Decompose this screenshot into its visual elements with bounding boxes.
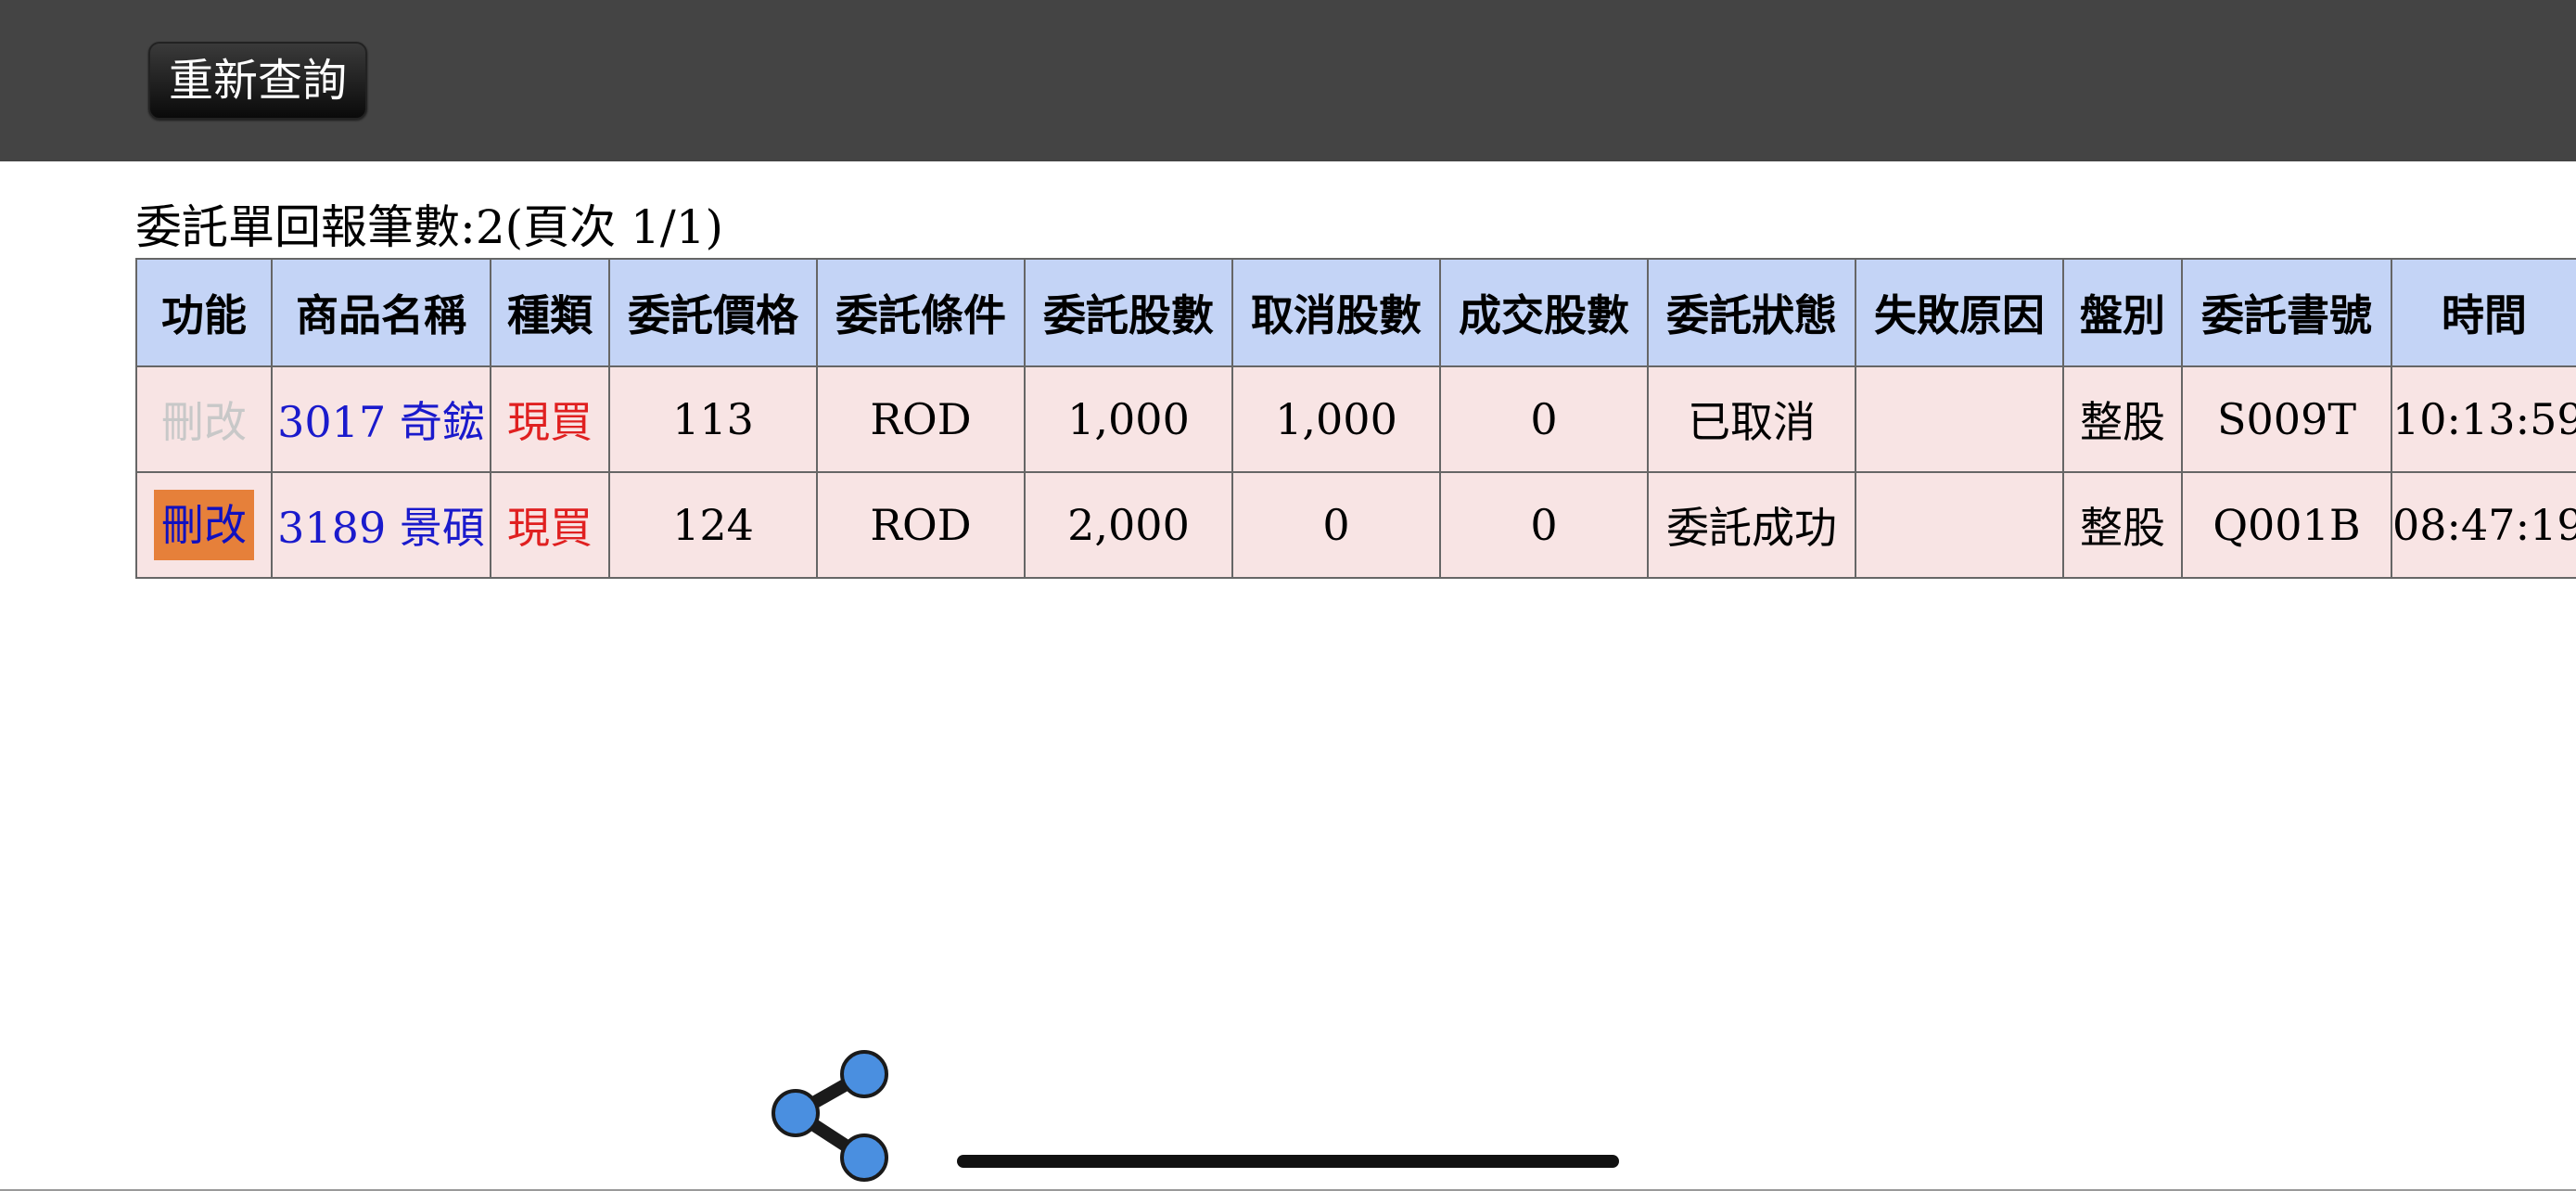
filled-cell: 0 [1439, 365, 1649, 473]
time-cell: 08:47:19 [2391, 471, 2576, 579]
modify-cancel-button-disabled: 刪改 [161, 397, 247, 447]
price-cell: 113 [608, 365, 818, 473]
action-cell: 刪改 [135, 365, 273, 473]
col-header-filled: 成交股數 [1439, 258, 1649, 367]
cancelled-cell: 1,000 [1231, 365, 1441, 473]
col-header-fail-reason: 失敗原因 [1855, 258, 2064, 367]
product-cell: 3017 奇鋐 [271, 365, 491, 473]
order-count-summary: 委託單回報筆數:2(頁次 1/1) [135, 200, 724, 254]
share-icon[interactable] [760, 1046, 890, 1185]
col-header-cancelled: 取消股數 [1231, 258, 1441, 367]
product-cell: 3189 景碩 [271, 471, 491, 579]
status-cell: 委託成功 [1647, 471, 1856, 579]
trade-type: 現買 [507, 397, 593, 447]
session-cell: 整股 [2062, 471, 2183, 579]
col-header-type: 種類 [490, 258, 610, 367]
col-header-session: 盤別 [2062, 258, 2183, 367]
order-no-cell: Q001B [2181, 471, 2392, 579]
col-header-status: 委託狀態 [1647, 258, 1856, 367]
table-row: 刪改 3189 景碩 現買 124 ROD 2,000 0 0 委託成功 整股 … [135, 471, 2576, 579]
filled-cell: 0 [1439, 471, 1649, 579]
col-header-quantity: 委託股數 [1024, 258, 1233, 367]
col-header-action: 功能 [135, 258, 273, 367]
quantity-cell: 1,000 [1024, 365, 1233, 473]
order-no-cell: S009T [2181, 365, 2392, 473]
trade-type: 現買 [507, 503, 593, 553]
col-header-price: 委託價格 [608, 258, 818, 367]
col-header-order-no: 委託書號 [2181, 258, 2392, 367]
type-cell: 現買 [490, 365, 610, 473]
fail-reason-cell [1855, 365, 2064, 473]
condition-cell: ROD [816, 471, 1026, 579]
modify-cancel-button[interactable]: 刪改 [154, 490, 254, 560]
col-header-condition: 委託條件 [816, 258, 1026, 367]
order-report-table: 功能 商品名稱 種類 委託價格 委託條件 委託股數 取消股數 成交股數 委託狀態… [135, 258, 2576, 579]
status-cell: 已取消 [1647, 365, 1856, 473]
price-cell: 124 [608, 471, 818, 579]
action-cell: 刪改 [135, 471, 273, 579]
col-header-product: 商品名稱 [271, 258, 491, 367]
top-toolbar: 重新查詢 [0, 0, 2576, 161]
type-cell: 現買 [490, 471, 610, 579]
product-link[interactable]: 3017 奇鋐 [277, 397, 485, 447]
time-cell: 10:13:59 [2391, 365, 2576, 473]
table-row: 刪改 3017 奇鋐 現買 113 ROD 1,000 1,000 0 已取消 … [135, 365, 2576, 473]
requery-button[interactable]: 重新查詢 [148, 42, 367, 120]
col-header-time: 時間 [2391, 258, 2576, 367]
home-indicator[interactable] [957, 1155, 1619, 1168]
quantity-cell: 2,000 [1024, 471, 1233, 579]
product-link[interactable]: 3189 景碩 [277, 503, 485, 553]
session-cell: 整股 [2062, 365, 2183, 473]
table-header-row: 功能 商品名稱 種類 委託價格 委託條件 委託股數 取消股數 成交股數 委託狀態… [135, 258, 2576, 367]
cancelled-cell: 0 [1231, 471, 1441, 579]
fail-reason-cell [1855, 471, 2064, 579]
condition-cell: ROD [816, 365, 1026, 473]
